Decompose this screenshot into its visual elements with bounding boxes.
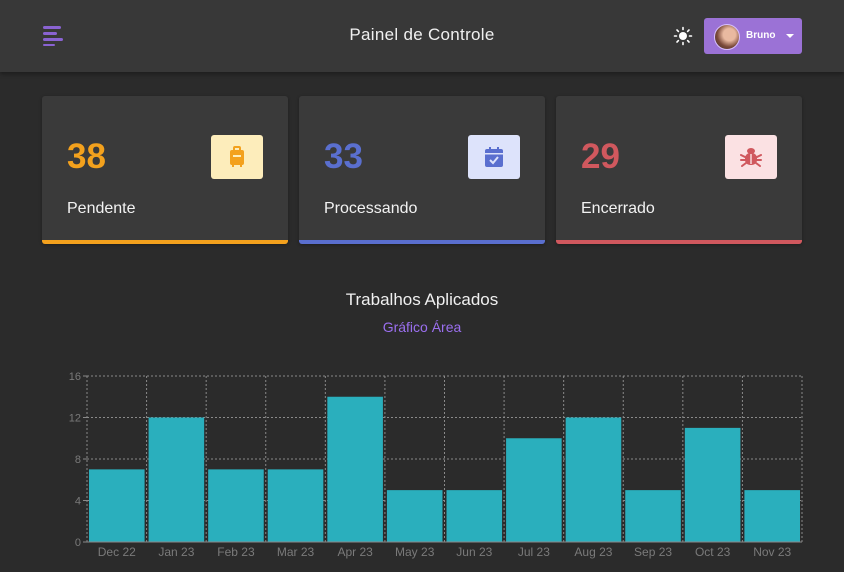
bar-nov-23	[744, 490, 800, 542]
stat-card-pendente: 38 Pendente	[42, 96, 288, 244]
card-accent-bar	[556, 240, 802, 244]
x-tick-label: Aug 23	[574, 545, 612, 559]
x-tick-label: Sep 23	[634, 545, 672, 559]
stat-label: Pendente	[67, 200, 136, 217]
top-navbar: Painel de Controle Bruno	[0, 0, 844, 72]
x-tick-label: Oct 23	[695, 545, 731, 559]
x-tick-label: Jul 23	[518, 545, 550, 559]
user-avatar	[714, 24, 740, 50]
card-accent-bar	[299, 240, 545, 244]
stat-label: Processando	[324, 200, 418, 217]
stat-label: Encerrado	[581, 200, 655, 217]
stat-card-processando: 33 Processando	[299, 96, 545, 244]
caret-down-icon	[786, 34, 794, 38]
user-name: Bruno	[746, 30, 776, 41]
bar-jun-23	[446, 490, 503, 542]
suitcase-icon	[211, 135, 263, 179]
bar-sep-23	[625, 490, 681, 542]
bar-may-23	[386, 490, 443, 542]
bug-icon	[725, 135, 777, 179]
bar-jan-23	[148, 417, 205, 542]
bar-aug-23	[565, 417, 622, 542]
card-accent-bar	[42, 240, 288, 244]
bar-chart: 0 4 8 12 16 Dec 22 Jan 23 Feb 23 Mar 23 Apr 23 May…	[69, 371, 803, 559]
stat-value: 29	[581, 137, 620, 176]
y-tick-label: 0	[75, 537, 81, 549]
bar-oct-23	[684, 427, 741, 542]
stat-value: 33	[324, 137, 363, 176]
bar-mar-23	[267, 469, 324, 542]
y-tick-label: 16	[69, 371, 81, 383]
bar-feb-23	[208, 469, 264, 542]
sun-icon[interactable]	[673, 26, 693, 46]
chart-subtitle: Gráfico Área	[382, 319, 462, 335]
x-tick-label: Mar 23	[277, 545, 315, 559]
stat-value: 38	[67, 137, 106, 176]
calendar-check-icon	[468, 135, 520, 179]
y-tick-label: 12	[69, 413, 81, 425]
stat-card-encerrado: 29 Encerrado	[556, 96, 802, 244]
x-tick-label: Apr 23	[337, 545, 373, 559]
bar-dec-22	[89, 469, 145, 542]
y-tick-label: 4	[75, 496, 81, 508]
x-tick-label: Nov 23	[753, 545, 791, 559]
x-tick-label: Jan 23	[158, 545, 194, 559]
bar-apr-23	[327, 396, 383, 542]
x-tick-label: May 23	[395, 545, 435, 559]
bar-jul-23	[506, 438, 562, 542]
x-tick-label: Jun 23	[456, 545, 492, 559]
x-tick-label: Feb 23	[217, 545, 255, 559]
y-tick-label: 8	[75, 454, 81, 466]
chart-title: Trabalhos Aplicados	[345, 290, 499, 309]
user-menu-button[interactable]: Bruno	[704, 18, 802, 54]
x-tick-label: Dec 22	[98, 545, 136, 559]
